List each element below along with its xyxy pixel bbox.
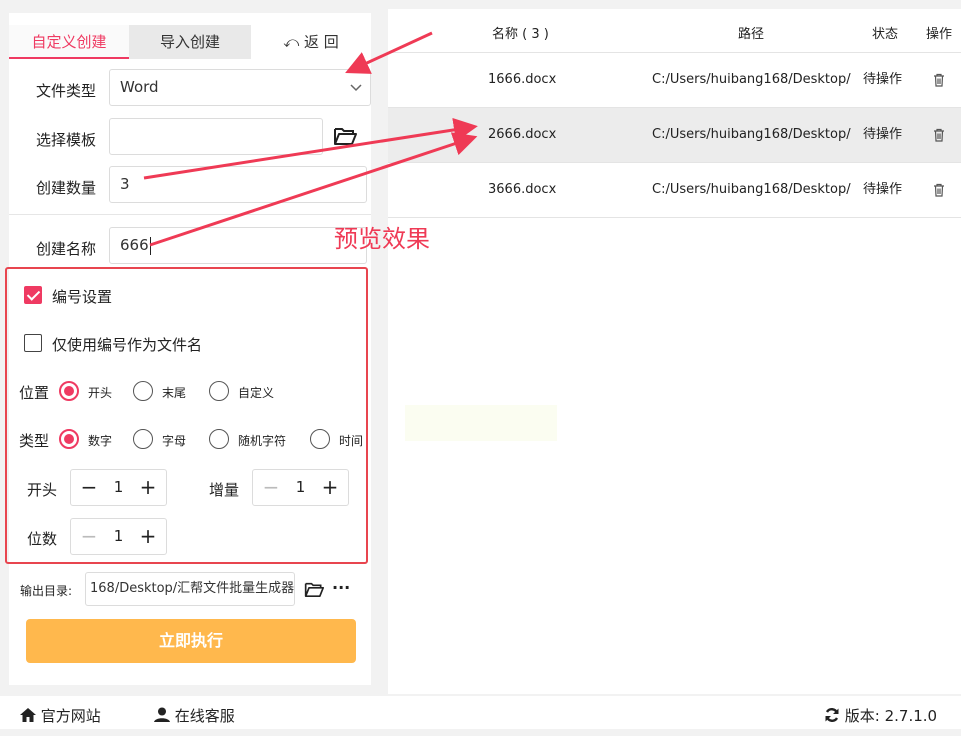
back-button-label: 返 回 bbox=[304, 33, 339, 51]
template-input[interactable] bbox=[109, 118, 323, 155]
row-divider bbox=[388, 217, 961, 218]
trash-icon[interactable] bbox=[933, 73, 945, 87]
output-dir-label: 输出目录: bbox=[20, 584, 73, 598]
col-header-action: 操作 bbox=[926, 27, 953, 42]
tab-custom-create[interactable]: 自定义创建 bbox=[9, 25, 129, 59]
type-radio-random[interactable] bbox=[209, 429, 229, 449]
row-status: 待操作 bbox=[863, 127, 903, 142]
footer-bar: 官方网站 在线客服 版本: 2.7.1.0 bbox=[0, 696, 961, 729]
file-list-panel: 名称 ( 3 ) 路径 状态 操作 1666.docx C:/Users/hui… bbox=[388, 9, 961, 694]
tab-import-create-label: 导入创建 bbox=[159, 33, 220, 51]
type-option-number: 数字 bbox=[88, 434, 113, 448]
user-icon bbox=[154, 707, 170, 722]
position-radio-custom[interactable] bbox=[209, 381, 229, 401]
numbering-enable-label: 编号设置 bbox=[52, 288, 113, 306]
row-path: C:/Users/huibang168/Desktop/ bbox=[652, 127, 851, 142]
type-label: 类型 bbox=[19, 432, 50, 450]
name-label: 创建名称 bbox=[36, 240, 97, 258]
table-row[interactable]: 2666.docx C:/Users/huibang168/Desktop/ 待… bbox=[388, 108, 961, 162]
col-header-status: 状态 bbox=[872, 27, 899, 42]
folder-open-icon[interactable] bbox=[304, 581, 324, 598]
count-input[interactable]: 3 bbox=[109, 166, 367, 203]
more-options-button[interactable]: ··· bbox=[332, 578, 350, 597]
increment-stepper: − 1 + bbox=[252, 469, 349, 506]
count-label: 创建数量 bbox=[36, 179, 97, 197]
online-service-label: 在线客服 bbox=[174, 707, 235, 725]
position-radio-end[interactable] bbox=[133, 381, 153, 401]
table-row[interactable]: 1666.docx C:/Users/huibang168/Desktop/ 待… bbox=[388, 53, 961, 107]
folder-open-icon[interactable] bbox=[333, 126, 357, 146]
row-path: C:/Users/huibang168/Desktop/ bbox=[652, 72, 851, 87]
position-option-start: 开头 bbox=[88, 386, 113, 400]
back-button[interactable]: ⤺ 返 回 bbox=[251, 25, 371, 59]
type-radio-number[interactable] bbox=[59, 429, 79, 449]
annotation-label: 预览效果 bbox=[334, 225, 430, 253]
digits-label: 位数 bbox=[27, 530, 58, 548]
digits-increment-button[interactable]: + bbox=[136, 524, 160, 548]
tab-import-create[interactable]: 导入创建 bbox=[129, 25, 251, 59]
execute-button[interactable]: 立即执行 bbox=[26, 619, 356, 663]
increment-label: 增量 bbox=[209, 481, 240, 499]
template-label: 选择模板 bbox=[36, 131, 97, 149]
file-type-label: 文件类型 bbox=[36, 82, 97, 100]
only-number-checkbox[interactable] bbox=[24, 334, 42, 352]
only-number-label: 仅使用编号作为文件名 bbox=[52, 336, 203, 354]
type-option-time: 时间 bbox=[339, 434, 364, 448]
table-row[interactable]: 3666.docx C:/Users/huibang168/Desktop/ 待… bbox=[388, 163, 961, 217]
file-type-value: Word bbox=[120, 78, 159, 96]
name-input[interactable]: 666 bbox=[109, 227, 367, 264]
count-value: 3 bbox=[120, 175, 130, 193]
version-label: 版本: 2.7.1.0 bbox=[844, 707, 938, 725]
row-status: 待操作 bbox=[863, 182, 903, 197]
type-radio-letter[interactable] bbox=[133, 429, 153, 449]
increment-increment-button[interactable]: + bbox=[318, 475, 342, 499]
faint-overlay bbox=[405, 405, 557, 441]
official-website-label: 官方网站 bbox=[40, 707, 101, 725]
type-option-letter: 字母 bbox=[162, 434, 187, 448]
tab-bar: 自定义创建 导入创建 ⤺ 返 回 bbox=[9, 13, 371, 59]
trash-icon[interactable] bbox=[933, 183, 945, 197]
position-option-end: 末尾 bbox=[162, 386, 187, 400]
official-website-link[interactable]: 官方网站 bbox=[20, 696, 101, 736]
divider bbox=[9, 214, 371, 215]
type-option-random: 随机字符 bbox=[238, 434, 287, 448]
row-filename: 2666.docx bbox=[488, 127, 557, 142]
digits-stepper: − 1 + bbox=[70, 518, 167, 555]
position-label: 位置 bbox=[19, 384, 50, 402]
row-filename: 3666.docx bbox=[488, 182, 557, 197]
output-dir-path: 168/Desktop/汇帮文件批量生成器 bbox=[90, 581, 295, 596]
online-service-link[interactable]: 在线客服 bbox=[154, 696, 235, 736]
tab-custom-create-label: 自定义创建 bbox=[31, 33, 107, 51]
name-value: 666 bbox=[120, 236, 149, 254]
col-header-path: 路径 bbox=[738, 27, 765, 42]
chevron-down-icon bbox=[350, 84, 362, 92]
home-icon bbox=[20, 708, 36, 722]
type-radio-time[interactable] bbox=[310, 429, 330, 449]
numbering-highlight-box bbox=[5, 267, 368, 564]
row-filename: 1666.docx bbox=[488, 72, 557, 87]
text-cursor bbox=[149, 236, 151, 255]
start-stepper: − 1 + bbox=[70, 469, 167, 506]
undo-arrow-icon: ⤺ bbox=[283, 33, 300, 51]
start-increment-button[interactable]: + bbox=[136, 475, 160, 499]
row-status: 待操作 bbox=[863, 72, 903, 87]
position-option-custom: 自定义 bbox=[238, 386, 275, 400]
col-header-name: 名称 ( 3 ) bbox=[492, 27, 549, 42]
version-info[interactable]: 版本: 2.7.1.0 bbox=[824, 696, 937, 736]
refresh-icon bbox=[825, 708, 839, 722]
start-label: 开头 bbox=[27, 481, 58, 499]
file-type-select[interactable]: Word bbox=[109, 69, 371, 106]
trash-icon[interactable] bbox=[933, 128, 945, 142]
active-tab-underline bbox=[9, 57, 129, 59]
output-dir-input[interactable]: 168/Desktop/汇帮文件批量生成器 bbox=[85, 572, 295, 606]
numbering-enable-checkbox[interactable] bbox=[24, 286, 42, 304]
position-radio-start[interactable] bbox=[59, 381, 79, 401]
row-path: C:/Users/huibang168/Desktop/ bbox=[652, 182, 851, 197]
